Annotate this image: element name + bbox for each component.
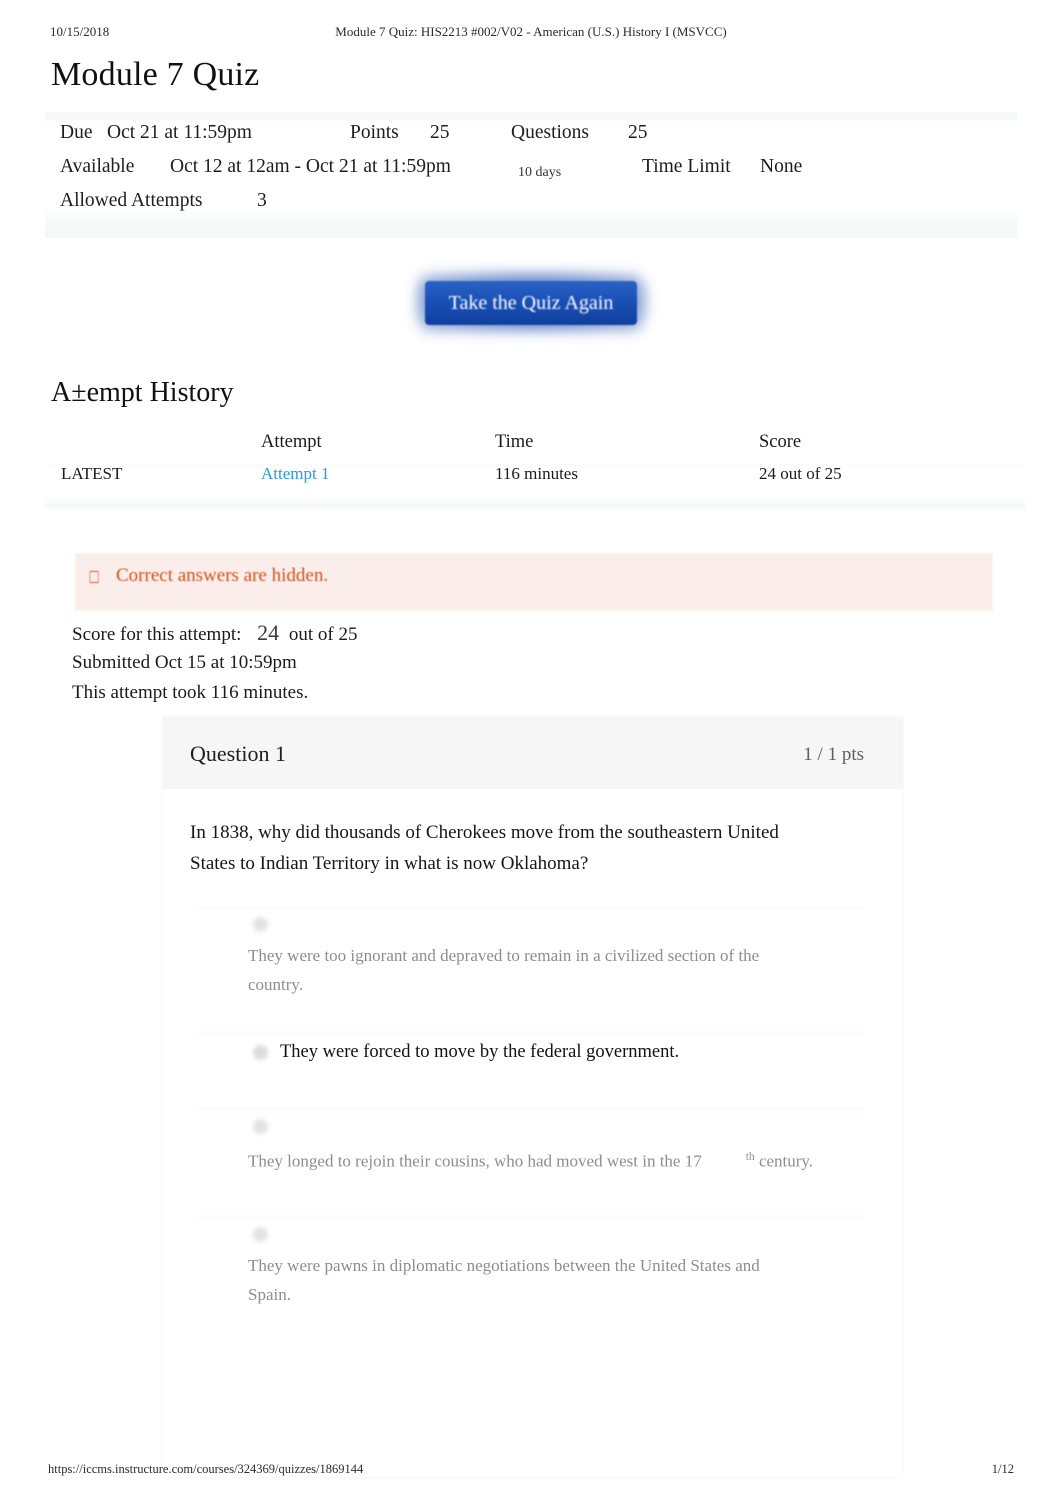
available-value: Oct 12 at 12am - Oct 21 at 11:59pm	[170, 156, 451, 177]
points-value: 25	[430, 122, 450, 143]
question-card: Question 1 1 / 1 pts In 1838, why did th…	[163, 717, 903, 1477]
duration-line: This attempt took 116 minutes.	[72, 682, 309, 703]
take-the-quiz-again-button[interactable]: Take the Quiz Again	[425, 281, 637, 325]
column-header-time: Time	[495, 432, 534, 452]
attempt-time: 116 minutes	[495, 464, 578, 483]
questions-value: 25	[628, 122, 648, 143]
attempt-1-link[interactable]: Attempt 1	[261, 464, 329, 484]
print-header-title: Module 7 Quiz: HIS2213 #002/V02 - Americ…	[335, 24, 727, 39]
answer-option-label: They were pawns in diplomatic negotiatio…	[248, 1256, 760, 1304]
due-label: Due	[60, 122, 93, 143]
score-for-this-attempt-line: Score for this attempt: 24 out of 25	[72, 618, 772, 648]
attempt-summary: Score for this attempt: 24 out of 25 Sub…	[72, 618, 772, 708]
score-label: Score for this attempt:	[72, 624, 242, 645]
available-duration: 10 days	[518, 165, 562, 180]
points-label: Points	[350, 122, 399, 143]
allowed-attempts-label: Allowed Attempts	[60, 190, 203, 211]
page-title: Module 7 Quiz	[51, 56, 260, 93]
time-limit-value: None	[760, 156, 803, 177]
column-header-score: Score	[759, 432, 802, 452]
score-outof: out of 25	[288, 624, 358, 645]
answer-option-main-text: They longed to rejoin their cousins, who…	[248, 1151, 702, 1171]
question-points: 1 / 1 pts	[803, 744, 864, 765]
quiz-details-row-due: Due Oct 21 at 11:59pm Points 25 Question…	[45, 122, 1017, 156]
question-header: Question 1 1 / 1 pts	[163, 717, 903, 789]
correct-answers-hidden-banner: ⎕ Correct answers are hidden.	[75, 553, 993, 611]
radio-button-icon[interactable]	[253, 917, 268, 932]
quiz-details-panel: Due Oct 21 at 11:59pm Points 25 Question…	[45, 112, 1017, 238]
table-bottom-divider	[45, 504, 1025, 512]
attempt-history-table: Attempt Time Score LATEST Attempt 1 116 …	[45, 432, 1025, 512]
answer-option-label: They longed to rejoin their cousins, who…	[248, 1143, 888, 1176]
radio-button-icon[interactable]	[253, 1227, 268, 1242]
correct-answers-hidden-text: Correct answers are hidden.	[116, 565, 329, 586]
answer-option-label: They were forced to move by the federal …	[280, 1042, 680, 1062]
table-header-row: Attempt Time Score	[45, 432, 1025, 464]
answer-option[interactable]: They longed to rejoin their cousins, who…	[190, 1107, 873, 1189]
warning-box-icon: ⎕	[89, 568, 100, 588]
answer-divider	[198, 905, 865, 915]
questions-label: Questions	[511, 122, 589, 143]
submitted-line: Submitted Oct 15 at 10:59pm	[72, 652, 297, 673]
radio-button-selected-icon[interactable]	[253, 1045, 268, 1060]
answer-option[interactable]: They were pawns in diplomatic negotiatio…	[190, 1215, 873, 1304]
answer-option-selected[interactable]: They were forced to move by the federal …	[190, 1031, 873, 1103]
footer-url: https://iccms.instructure.com/courses/32…	[48, 1462, 364, 1476]
quiz-details-row-attempts: Allowed Attempts 3	[45, 190, 1017, 224]
column-header-attempt: Attempt	[261, 432, 322, 452]
answer-option-superscript: th	[745, 1151, 755, 1163]
table-row[interactable]: LATEST Attempt 1 116 minutes 24 out of 2…	[45, 464, 1025, 504]
answer-divider	[198, 1107, 865, 1117]
answer-options-list: They were too ignorant and depraved to r…	[190, 905, 873, 1304]
question-name: Question 1	[190, 741, 286, 766]
radio-button-icon[interactable]	[253, 1119, 268, 1134]
answer-option[interactable]: They were too ignorant and depraved to r…	[190, 905, 873, 994]
answer-option-suffix: century.	[758, 1151, 814, 1171]
answer-option-label: They were too ignorant and depraved to r…	[248, 946, 760, 994]
attempt-latest-badge: LATEST	[61, 464, 123, 483]
attempt-score: 24 out of 25	[759, 464, 842, 483]
print-footer: https://iccms.instructure.com/courses/32…	[48, 1462, 1014, 1480]
allowed-attempts-value: 3	[257, 190, 267, 211]
footer-page-number: 1/12	[991, 1462, 1014, 1476]
print-header: 10/15/2018 Module 7 Quiz: HIS2213 #002/V…	[50, 24, 1012, 44]
score-value: 24	[257, 620, 280, 645]
answer-divider	[198, 1215, 865, 1225]
question-body: In 1838, why did thousands of Cherokees …	[163, 789, 903, 1304]
quiz-details-row-available: Available Oct 12 at 12am - Oct 21 at 11:…	[45, 156, 1017, 190]
due-value: Oct 21 at 11:59pm	[107, 122, 252, 143]
available-label: Available	[60, 156, 135, 177]
question-text: In 1838, why did thousands of Cherokees …	[190, 822, 779, 874]
attempt-history-heading: A±empt History	[51, 377, 234, 408]
time-limit-label: Time Limit	[642, 156, 731, 177]
